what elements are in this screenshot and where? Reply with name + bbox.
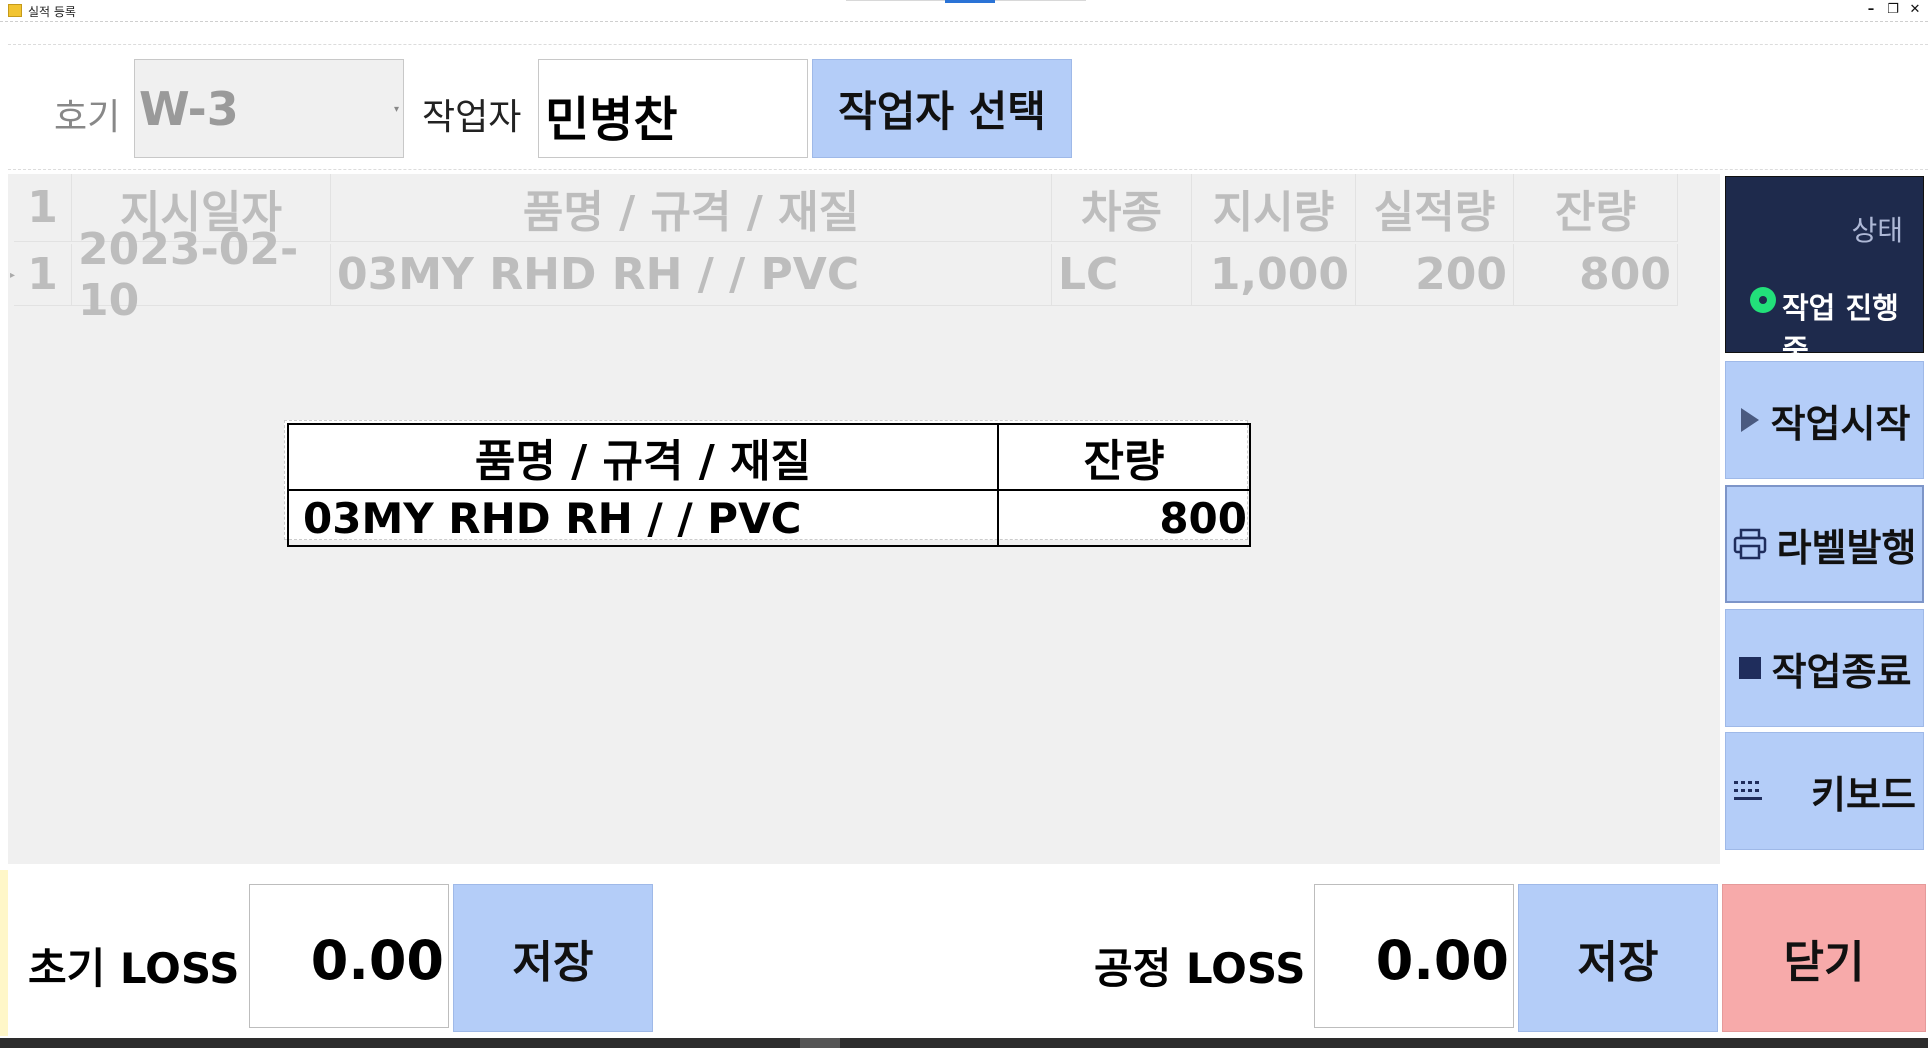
end-work-label: 작업종료 (1771, 649, 1912, 694)
hogi-label: 호기 (54, 97, 121, 138)
row-date: 2023-02-10 (72, 224, 331, 326)
select-worker-button[interactable]: 작업자 선택 (812, 59, 1072, 158)
stop-icon (1738, 656, 1762, 680)
app-icon (8, 4, 22, 17)
status-indicator-icon (1750, 287, 1776, 313)
process-loss-value: 0.00 (1375, 929, 1509, 992)
end-work-button[interactable]: 작업종료 (1725, 609, 1924, 727)
row-result-qty: 200 (1356, 244, 1514, 306)
initial-loss-value: 0.00 (310, 929, 444, 992)
row-item: 03MY RHD RH / / PVC (331, 244, 1052, 306)
remain-table-header: 품명 / 규격 / 재질 잔량 (287, 423, 1251, 491)
taskbar-segment (800, 1038, 840, 1048)
row-order-qty: 1,000 (1192, 244, 1356, 306)
table-row[interactable]: 1 2023-02-10 03MY RHD RH / / PVC LC 1,00… (14, 224, 1678, 326)
start-work-label: 작업시작 (1770, 401, 1911, 446)
row-selector-icon: ▸ (10, 270, 16, 281)
printer-icon (1733, 528, 1767, 560)
grid-header-result-qty[interactable]: 실적량 (1356, 174, 1514, 242)
keyboard-button[interactable]: 키보드 (1725, 732, 1924, 850)
row-car: LC (1052, 244, 1192, 306)
worker-value: 민병찬 (545, 92, 678, 148)
grid-header-item[interactable]: 품명 / 규격 / 재질 (331, 174, 1052, 242)
grid-header-index: 1 (14, 174, 72, 242)
hogi-combo[interactable]: W-3 ▾ (134, 59, 404, 158)
process-loss-label: 공정 LOSS (1094, 944, 1306, 993)
window-controls: – ❐ ✕ (1864, 2, 1922, 17)
status-title: 상태 (1851, 214, 1903, 247)
title-bar: 실적 등록 – ❐ ✕ (0, 0, 1928, 22)
chevron-down-icon: ▾ (393, 104, 399, 115)
table-row: 03MY RHD RH / / PVC 800 (287, 489, 1251, 547)
restore-icon[interactable]: ❐ (1886, 2, 1900, 17)
row-index: 1 (14, 244, 72, 306)
grid-header-remain[interactable]: 잔량 (1514, 174, 1678, 242)
start-work-button[interactable]: 작업시작 (1725, 361, 1924, 479)
remain-header-qty: 잔량 (997, 423, 1251, 491)
status-panel: 상태 작업 진행 중 (1725, 176, 1924, 367)
play-icon (1739, 406, 1761, 434)
remain-table: 품명 / 규격 / 재질 잔량 03MY RHD RH / / PVC 800 (287, 423, 1251, 547)
close-button[interactable]: 닫기 (1722, 884, 1926, 1032)
remain-header-item: 품명 / 규격 / 재질 (287, 423, 999, 491)
remain-qty: 800 (997, 489, 1251, 547)
worker-label: 작업자 (422, 97, 522, 138)
initial-loss-field[interactable]: 0.00 (249, 884, 449, 1028)
print-label-label: 라벨발행 (1776, 525, 1917, 570)
grid-header-car[interactable]: 차종 (1052, 174, 1192, 242)
keyboard-label: 키보드 (1811, 772, 1916, 817)
row-remain: 800 (1514, 244, 1678, 306)
title-accent (945, 0, 995, 3)
remain-item: 03MY RHD RH / / PVC (287, 489, 999, 547)
print-label-button[interactable]: 라벨발행 (1725, 485, 1924, 603)
taskbar (0, 1038, 1928, 1048)
hogi-value: W-3 (139, 82, 239, 136)
minimize-icon[interactable]: – (1864, 2, 1878, 17)
left-edge-strip (0, 870, 8, 1036)
save-initial-loss-button[interactable]: 저장 (453, 884, 653, 1032)
window-title: 실적 등록 (28, 5, 76, 19)
keyboard-icon (1733, 779, 1765, 803)
grid-header-order-qty[interactable]: 지시량 (1192, 174, 1356, 242)
status-text: 작업 진행 중 (1782, 291, 1899, 367)
process-loss-field[interactable]: 0.00 (1314, 884, 1514, 1028)
close-window-icon[interactable]: ✕ (1908, 2, 1922, 17)
save-process-loss-button[interactable]: 저장 (1518, 884, 1718, 1032)
worker-field[interactable]: 민병찬 (538, 59, 808, 158)
remain-popup: 품명 / 규격 / 재질 잔량 03MY RHD RH / / PVC 800 (284, 420, 1251, 547)
initial-loss-label: 초기 LOSS (28, 944, 240, 993)
